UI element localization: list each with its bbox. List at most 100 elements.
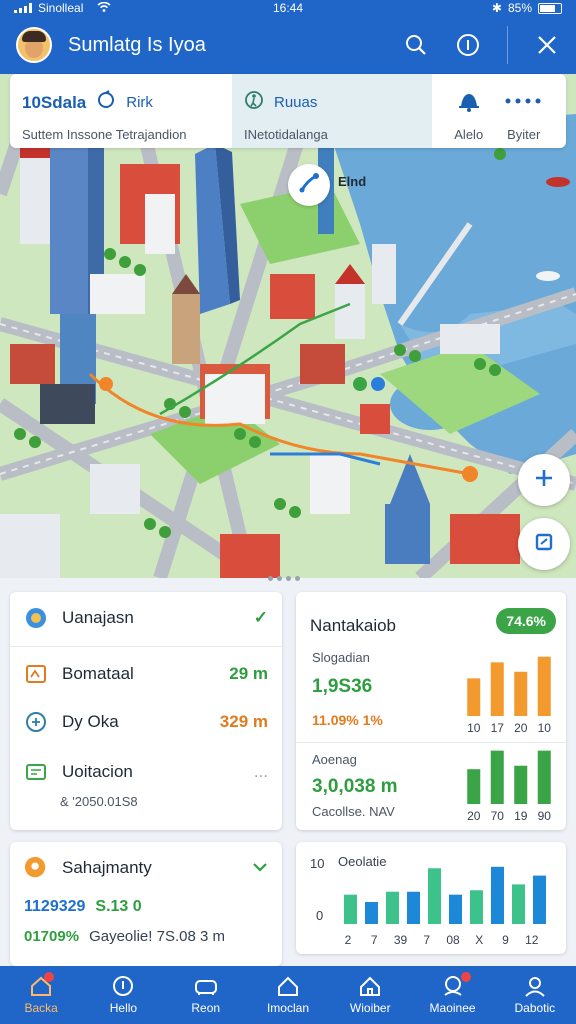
chart-bar bbox=[514, 671, 528, 716]
summary-row-value: 29 m bbox=[229, 664, 268, 683]
walk-icon bbox=[244, 90, 264, 115]
info-value: 1129329 bbox=[24, 898, 86, 915]
layers-button[interactable] bbox=[518, 518, 570, 570]
nav-item-imoclan[interactable]: Imoclan bbox=[247, 966, 329, 1024]
route-link[interactable]: Rirk bbox=[126, 94, 153, 111]
check-icon: ✓ bbox=[253, 608, 268, 627]
info-value: 01709% bbox=[24, 928, 80, 945]
chart-bar bbox=[537, 750, 551, 804]
summary-row-label: Uoitacion bbox=[62, 762, 133, 781]
plus-icon bbox=[533, 467, 555, 494]
stats-label: Aoenag bbox=[312, 752, 357, 767]
chart-y-tick: 10 bbox=[310, 856, 324, 871]
chart-title: Oeolatie bbox=[338, 854, 386, 869]
chart-tick-label: 19 bbox=[514, 809, 528, 823]
summary-row[interactable]: Uoitacion ... bbox=[24, 760, 268, 784]
chart-tick-label: 17 bbox=[491, 721, 505, 735]
summary-title: Uanajasn bbox=[62, 608, 134, 627]
status-bar: Sinolleal 16:44 ✱ 85% bbox=[0, 0, 576, 16]
route-arrow-icon bbox=[297, 171, 321, 200]
sheet-handle[interactable] bbox=[268, 576, 300, 581]
sync-icon[interactable] bbox=[96, 90, 116, 115]
app-bar: Sumlatg Is Iyoa bbox=[0, 16, 576, 74]
combined-bar-chart: Oeolatie 10 0 2 7 39 7 08 X 9 12 bbox=[310, 854, 546, 947]
stats-title: Nantakaiob bbox=[310, 616, 397, 635]
nav-label: Backa bbox=[24, 1001, 58, 1015]
nav-item-hello[interactable]: Hello bbox=[82, 966, 164, 1024]
chart-bar bbox=[537, 656, 551, 716]
chart-tick-label: 2 bbox=[345, 933, 352, 947]
chart-bar bbox=[470, 890, 483, 924]
route-mode-label: Ruuas bbox=[274, 94, 318, 111]
summary-row-value: 329 m bbox=[219, 712, 268, 731]
chart-tick-label: 08 bbox=[446, 933, 460, 947]
orange-bar-chart: 10 17 20 10 bbox=[467, 656, 551, 735]
map-icon bbox=[24, 662, 48, 686]
city-map[interactable] bbox=[0, 74, 576, 578]
info-value: Gayeolie! 7S.08 3 m bbox=[89, 928, 225, 945]
route-mode-subtitle: INetotidalanga bbox=[244, 127, 328, 142]
profile-icon bbox=[525, 977, 545, 997]
notification-badge bbox=[44, 972, 54, 982]
summary-row[interactable]: Bomataal 29 m bbox=[24, 662, 268, 686]
divider bbox=[10, 646, 282, 647]
chart-y-tick: 0 bbox=[316, 908, 323, 923]
search-icon[interactable] bbox=[403, 32, 429, 58]
chart-bar bbox=[490, 750, 504, 804]
more-button[interactable]: Byiter bbox=[504, 90, 544, 148]
stats-percent: 11.09% 1% bbox=[312, 712, 383, 728]
close-icon[interactable] bbox=[534, 32, 560, 58]
summary-footnote: & '2050.01S8 bbox=[60, 794, 138, 809]
nav-label: Wioiber bbox=[349, 1001, 391, 1015]
route-actions: Alelo Byiter bbox=[432, 74, 566, 148]
route-distance: 10Sdala bbox=[22, 92, 87, 112]
chart-tick-label: 70 bbox=[491, 809, 505, 823]
info-header[interactable]: Sahajmanty bbox=[24, 856, 268, 880]
bottom-navigation: Backa Hello Reon Imoclan Wioiber Maoinee… bbox=[0, 966, 576, 1024]
route-subtitle: Suttem Inssone Tetrajandion bbox=[22, 127, 187, 142]
chart-tick-label: 39 bbox=[394, 933, 408, 947]
nav-item-dabotic[interactable]: Dabotic bbox=[494, 966, 576, 1024]
nav-item-home[interactable]: Backa bbox=[0, 966, 82, 1024]
more-dots-icon bbox=[504, 90, 544, 117]
zoom-in-button[interactable] bbox=[518, 454, 570, 506]
chart-bar bbox=[533, 875, 546, 924]
summary-row[interactable]: Dy Oka 329 m bbox=[24, 710, 268, 734]
chart-tick-label: 10 bbox=[467, 721, 481, 735]
summary-header[interactable]: Uanajasn ✓ bbox=[24, 606, 268, 630]
nav-item-maoinee[interactable]: Maoinee bbox=[411, 966, 493, 1024]
map-pin-button[interactable] bbox=[288, 164, 330, 206]
route-mode-section[interactable]: Ruuas INetotidalanga bbox=[232, 74, 432, 148]
chart-tick-label: 20 bbox=[514, 721, 528, 735]
nav-label: Reon bbox=[191, 1001, 221, 1015]
nav-label: Imoclan bbox=[266, 1001, 309, 1015]
chart-tick-label: 7 bbox=[371, 933, 378, 947]
more-options-icon[interactable]: ... bbox=[254, 762, 268, 782]
route-distance-section[interactable]: 10Sdala Rirk Suttem Inssone Tetrajandion bbox=[10, 74, 232, 148]
info-icon[interactable] bbox=[455, 32, 481, 58]
car-icon bbox=[194, 980, 217, 995]
battery-icon bbox=[538, 2, 562, 14]
nav-item-wioiber[interactable]: Wioiber bbox=[329, 966, 411, 1024]
nav-label: Dabotic bbox=[514, 1001, 556, 1015]
nav-label: Hello bbox=[109, 1001, 138, 1015]
alert-button[interactable]: Alelo bbox=[454, 90, 483, 148]
route-summary-card: 10Sdala Rirk Suttem Inssone Tetrajandion… bbox=[10, 74, 566, 148]
layers-icon bbox=[533, 531, 555, 558]
alert-label: Alelo bbox=[454, 127, 484, 142]
ticket-icon bbox=[24, 760, 48, 784]
chevron-down-icon[interactable] bbox=[252, 858, 268, 878]
nav-label: Maoinee bbox=[429, 1001, 476, 1015]
summary-row-label: Dy Oka bbox=[62, 712, 119, 731]
info-value: S.13 0 bbox=[95, 898, 142, 915]
chart-card: Oeolatie 10 0 2 7 39 7 08 X 9 12 bbox=[296, 842, 566, 954]
app-title: Sumlatg Is Iyoa bbox=[68, 33, 206, 56]
toolbar-divider bbox=[507, 26, 508, 64]
chart-tick-label: 20 bbox=[467, 809, 481, 823]
building-icon bbox=[360, 976, 381, 996]
avatar[interactable] bbox=[16, 27, 52, 63]
bell-icon bbox=[457, 90, 481, 117]
chart-bar bbox=[386, 891, 399, 924]
chart-tick-label: 9 bbox=[502, 933, 509, 947]
nav-item-reon[interactable]: Reon bbox=[165, 966, 247, 1024]
